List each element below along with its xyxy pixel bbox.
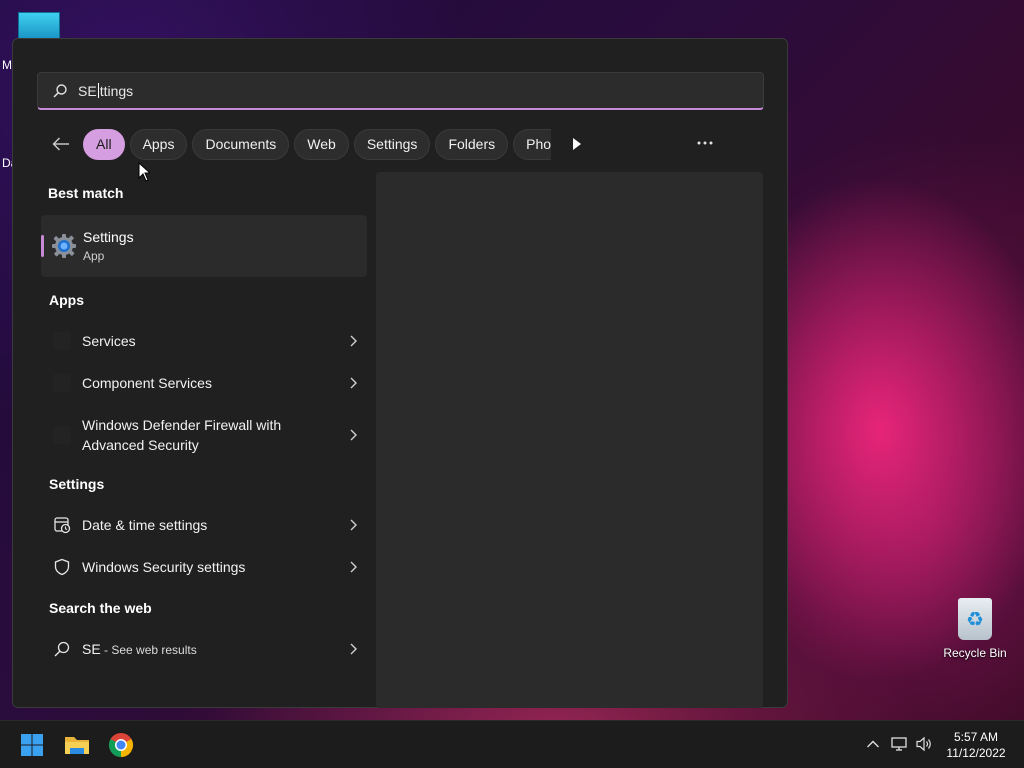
result-date-time-settings[interactable]: Date & time settings xyxy=(41,506,367,544)
section-title-search-web: Search the web xyxy=(49,600,152,616)
folder-icon xyxy=(65,737,89,754)
filter-chip-web[interactable]: Web xyxy=(294,128,349,160)
start-button[interactable] xyxy=(16,729,48,761)
recycle-bin[interactable]: Recycle Bin xyxy=(940,596,1010,660)
best-match-settings[interactable]: Settings App xyxy=(41,215,367,277)
chevron-right-icon xyxy=(350,429,357,441)
app-icon xyxy=(53,332,71,350)
mouse-cursor-icon xyxy=(138,162,150,182)
search-icon xyxy=(54,641,70,657)
windows-logo-icon xyxy=(21,734,43,756)
web-query: SE xyxy=(82,641,101,657)
result-windows-security-settings[interactable]: Windows Security settings xyxy=(41,548,367,586)
filter-chip-settings[interactable]: Settings xyxy=(353,128,431,160)
filter-chip-all[interactable]: All xyxy=(83,128,125,160)
result-label: Services xyxy=(82,333,136,349)
show-hidden-icons-button[interactable] xyxy=(862,733,884,755)
section-title-settings: Settings xyxy=(49,476,105,492)
scroll-filters-button[interactable] xyxy=(562,129,592,159)
result-label: Component Services xyxy=(82,375,212,391)
desktop-label-fragment: M xyxy=(2,58,12,72)
network-icon xyxy=(891,737,907,751)
more-icon xyxy=(697,141,713,145)
chevron-right-icon xyxy=(350,561,357,573)
app-icon xyxy=(53,374,71,392)
chevron-up-icon xyxy=(867,740,879,748)
result-label: Date & time settings xyxy=(82,517,208,533)
section-title-apps: Apps xyxy=(49,292,84,308)
text-caret xyxy=(97,82,99,98)
date-time-settings-icon xyxy=(54,517,71,534)
filter-bar: All Apps Documents Web Settings Folders … xyxy=(43,128,592,160)
result-label: Windows Security settings xyxy=(82,559,246,575)
network-button[interactable] xyxy=(889,733,911,755)
clock[interactable]: 5:57 AM 11/12/2022 xyxy=(940,729,1012,761)
best-match-title: Settings xyxy=(83,229,134,245)
speaker-icon xyxy=(916,736,931,752)
taskbar: 5:57 AM 11/12/2022 xyxy=(0,720,1024,768)
more-options-button[interactable] xyxy=(693,131,717,155)
chevron-right-icon xyxy=(350,519,357,531)
filter-chip-apps[interactable]: Apps xyxy=(129,128,188,160)
preview-pane xyxy=(376,172,763,708)
best-match-subtitle: App xyxy=(83,249,105,263)
recycle-bin-label: Recycle Bin xyxy=(943,646,1007,660)
search-typed-text: SE xyxy=(78,82,97,99)
search-completion-text: ttings xyxy=(99,82,134,99)
result-label: Windows Defender Firewall with Advanced … xyxy=(82,415,281,455)
back-button[interactable] xyxy=(43,129,79,159)
chevron-right-icon xyxy=(350,377,357,389)
result-component-services[interactable]: Component Services xyxy=(41,364,367,402)
filter-chip-folders[interactable]: Folders xyxy=(435,128,509,160)
chevron-right-icon xyxy=(350,335,357,347)
result-windows-defender-firewall[interactable]: Windows Defender Firewall with Advanced … xyxy=(41,409,367,461)
play-icon xyxy=(573,138,582,150)
app-icon xyxy=(53,426,71,444)
clock-date: 11/12/2022 xyxy=(946,746,1006,760)
result-services[interactable]: Services xyxy=(41,322,367,360)
back-arrow-icon xyxy=(52,137,69,151)
result-label-line: Windows Defender Firewall with xyxy=(82,417,282,433)
search-text: SE ttings xyxy=(78,82,134,99)
gear-icon xyxy=(52,234,76,258)
result-web-search[interactable]: SE - See web results xyxy=(41,630,367,668)
result-label: SE - See web results xyxy=(82,641,197,657)
selection-indicator xyxy=(41,235,44,257)
chevron-right-icon xyxy=(350,643,357,655)
volume-button[interactable] xyxy=(914,733,936,755)
shield-icon xyxy=(54,558,70,576)
section-title-best-match: Best match xyxy=(48,185,124,201)
file-explorer-button[interactable] xyxy=(61,729,93,761)
clock-time: 5:57 AM xyxy=(953,730,999,744)
filter-chip-documents[interactable]: Documents xyxy=(192,128,290,160)
chrome-button[interactable] xyxy=(105,729,137,761)
search-icon xyxy=(53,83,67,98)
result-label-line: Advanced Security xyxy=(82,437,199,453)
search-panel: SE ttings All Apps Documents Web Settings… xyxy=(12,38,788,708)
recycle-bin-icon xyxy=(958,598,992,640)
filter-chip-photos[interactable]: Phot xyxy=(513,128,552,160)
chrome-icon xyxy=(108,733,134,757)
search-input[interactable]: SE ttings xyxy=(37,72,764,110)
web-suffix: - See web results xyxy=(100,643,197,657)
